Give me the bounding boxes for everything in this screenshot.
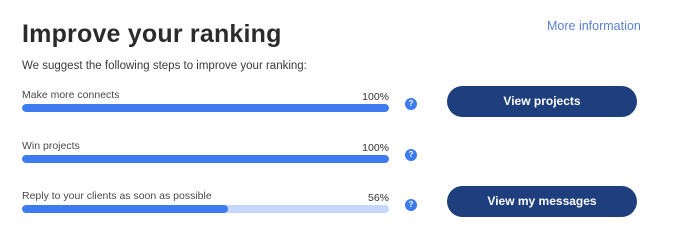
progress-bar (22, 205, 389, 213)
step-make-more-connects: Make more connects 100% ? (22, 89, 422, 123)
help-icon[interactable]: ? (405, 199, 417, 211)
progress-bar (22, 155, 389, 163)
step-win-projects: Win projects 100% ? (22, 140, 422, 174)
view-projects-button[interactable]: View projects (447, 86, 637, 117)
view-messages-button[interactable]: View my messages (447, 186, 637, 217)
progress-bar-fill (22, 205, 228, 213)
progress-bar-fill (22, 155, 389, 163)
progress-bar (22, 104, 389, 112)
more-information-link[interactable]: More information (547, 19, 641, 33)
step-label: Win projects (22, 140, 80, 152)
help-icon[interactable]: ? (405, 98, 417, 110)
page-title: Improve your ranking (22, 20, 282, 48)
step-percent: 100% (362, 91, 389, 103)
help-icon[interactable]: ? (405, 149, 417, 161)
step-label: Reply to your clients as soon as possibl… (22, 190, 212, 202)
step-percent: 56% (367, 192, 389, 204)
subtitle: We suggest the following steps to improv… (22, 60, 307, 72)
progress-bar-fill (22, 104, 389, 112)
step-reply-to-clients: Reply to your clients as soon as possibl… (22, 190, 422, 224)
step-label: Make more connects (22, 89, 120, 101)
ranking-card: Improve your ranking More information We… (0, 0, 690, 241)
step-percent: 100% (362, 142, 389, 154)
